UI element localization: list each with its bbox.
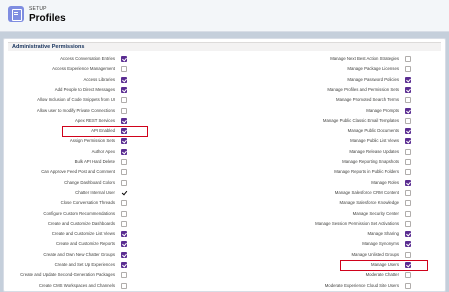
permission-label: Moderate Chatter xyxy=(365,272,399,278)
permission-label: Manage Sharing xyxy=(367,231,399,237)
permission-row: Manage Profiles and Permission Sets xyxy=(4,86,445,95)
permission-row: Manage Password Policies xyxy=(4,76,445,85)
permission-label: Manage Promoted Search Terms xyxy=(336,97,399,103)
permission-row: Manage Unlisted Groups xyxy=(4,251,445,260)
permission-label: Manage Public List Views xyxy=(350,138,399,144)
permission-checkbox[interactable] xyxy=(405,86,411,93)
permission-label: Manage Session Permission Set Activation… xyxy=(315,220,399,226)
permission-label: Manage Reporting Snapshots xyxy=(342,159,399,164)
permission-row: Manage Synonyms xyxy=(4,240,445,249)
permission-row: Manage Reports in Public Folders xyxy=(4,168,445,177)
permission-checkbox[interactable] xyxy=(405,189,411,196)
permission-row: Manage Package Licenses xyxy=(4,65,445,74)
permission-row: Manage Public List Views xyxy=(4,137,445,146)
permission-label: Manage Synonyms xyxy=(362,241,399,247)
permission-label: Manage Salesforce CRM Content xyxy=(334,189,399,195)
permission-checkbox[interactable] xyxy=(405,241,411,248)
permission-label: Manage Unlisted Groups xyxy=(351,251,399,257)
permission-label: Manage Prompts xyxy=(366,107,399,113)
setup-label: SETUP xyxy=(29,6,47,12)
permission-checkbox[interactable] xyxy=(405,210,411,217)
page-header: SETUP Profiles xyxy=(0,0,449,32)
permission-checkbox[interactable] xyxy=(405,56,411,62)
permission-row: Manage Roles xyxy=(4,179,445,188)
permission-label: Manage Security Center xyxy=(352,210,399,216)
permission-row: Manage Salesforce Knowledge xyxy=(4,199,445,208)
permission-checkbox[interactable] xyxy=(405,107,411,114)
profile-icon xyxy=(8,6,24,22)
permission-row: Manage Next Best Action Strategies xyxy=(4,55,445,64)
permission-checkbox[interactable] xyxy=(405,169,411,176)
permission-checkbox[interactable] xyxy=(405,179,411,186)
permission-checkbox[interactable] xyxy=(405,159,411,165)
permission-row: Manage Release Updates xyxy=(4,148,445,157)
section-title: Administrative Permissions xyxy=(12,44,85,50)
permission-label: Manage Roles xyxy=(371,179,399,185)
permission-label: Manage Reports in Public Folders xyxy=(334,169,399,175)
permission-checkbox[interactable] xyxy=(405,76,411,83)
permission-row: Manage Sharing xyxy=(4,230,445,239)
permission-row: Manage Prompts xyxy=(4,107,445,116)
permission-label: Moderate Experience Cloud Site Users xyxy=(324,282,399,288)
permission-checkbox[interactable] xyxy=(405,138,411,145)
permission-label: Manage Salesforce Knowledge xyxy=(339,200,399,206)
permission-row: Manage Session Permission Set Activation… xyxy=(4,220,445,229)
permission-row: Moderate Experience Cloud Site Users xyxy=(4,282,445,291)
permission-row: Manage Salesforce CRM Content xyxy=(4,189,445,198)
permission-checkbox[interactable] xyxy=(405,66,411,73)
permission-label: Manage Profiles and Permission Sets xyxy=(327,86,399,92)
permissions-card: Administrative Permissions Access Conver… xyxy=(3,38,446,292)
permission-checkbox[interactable] xyxy=(405,97,411,104)
permission-row: Manage Reporting Snapshots xyxy=(4,158,445,167)
permission-checkbox[interactable] xyxy=(405,282,411,289)
permission-checkbox[interactable] xyxy=(405,220,411,227)
page-title: Profiles xyxy=(29,13,66,24)
highlight-box xyxy=(340,259,428,271)
permission-checkbox[interactable] xyxy=(405,200,411,207)
permission-row: Manage Public Classic Email Templates xyxy=(4,117,445,126)
permission-label: Manage Public Documents xyxy=(347,128,399,134)
permission-checkbox[interactable] xyxy=(405,117,411,124)
permission-label: Manage Public Classic Email Templates xyxy=(322,117,399,123)
permission-checkbox[interactable] xyxy=(405,231,411,238)
permission-checkbox[interactable] xyxy=(405,128,411,135)
permission-row: Moderate Chatter xyxy=(4,271,445,280)
permission-checkbox[interactable] xyxy=(405,251,411,258)
highlight-box xyxy=(62,125,148,137)
permission-label: Manage Release Updates xyxy=(349,148,399,154)
permission-checkbox[interactable] xyxy=(405,148,411,155)
permission-row: Manage Promoted Search Terms xyxy=(4,96,445,105)
permission-row: Manage Security Center xyxy=(4,210,445,219)
permission-label: Manage Password Policies xyxy=(347,76,399,82)
section-header: Administrative Permissions xyxy=(8,42,441,51)
permission-label: Manage Package Licenses xyxy=(347,66,399,72)
permission-checkbox[interactable] xyxy=(405,272,411,279)
permission-label: Manage Next Best Action Strategies xyxy=(330,56,399,61)
